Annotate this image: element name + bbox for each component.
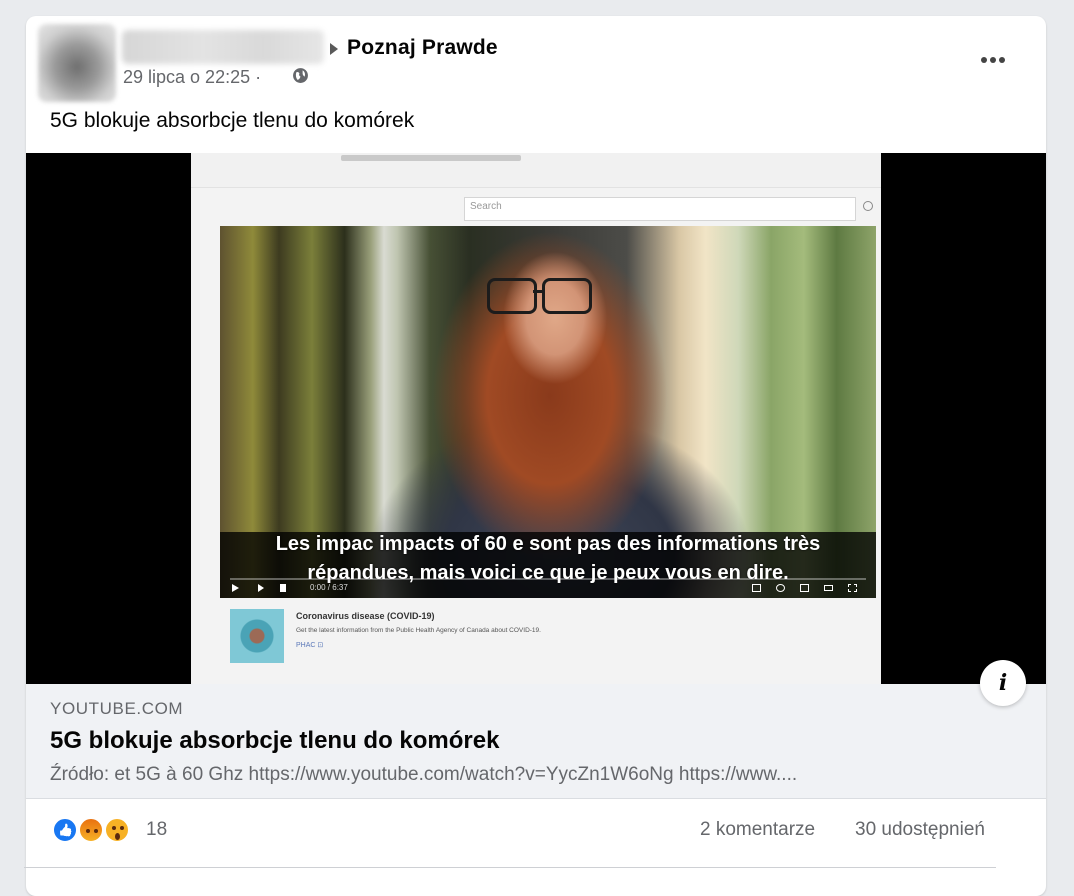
- post-stats: 18 2 komentarze 30 udostępnień: [26, 798, 1046, 855]
- link-preview[interactable]: YOUTUBE.COM 5G blokuje absorbcje tlenu d…: [26, 684, 1046, 798]
- recommendation-source: PHAC ⊡: [296, 642, 324, 649]
- reaction-count[interactable]: 18: [146, 819, 167, 841]
- actions-divider: [24, 867, 996, 868]
- video-thumbnail[interactable]: Search Les impac impacts of 60 e sont pa…: [26, 153, 1046, 684]
- next-icon: [258, 584, 264, 592]
- globe-icon: [293, 68, 308, 83]
- caption-line-1: Les impac impacts of 60 e sont pas des i…: [275, 533, 821, 555]
- comments-count[interactable]: 2 komentarze: [700, 819, 815, 841]
- screenshot-frame: Search Les impac impacts of 60 e sont pa…: [191, 153, 881, 684]
- more-options-icon[interactable]: [976, 50, 1010, 70]
- post-timestamp[interactable]: 29 lipca o 22:25 ·: [123, 67, 261, 88]
- recommendation-subtitle: Get the latest information from the Publ…: [296, 627, 541, 634]
- video-frame: Les impac impacts of 60 e sont pas des i…: [220, 226, 876, 598]
- covid-virus-thumbnail: [230, 609, 284, 663]
- avatar[interactable]: [38, 24, 116, 102]
- video-controls: 0:00 / 6:37: [220, 578, 876, 598]
- link-title[interactable]: 5G blokuje absorbcje tlenu do komórek: [50, 727, 499, 755]
- like-icon: [52, 817, 78, 843]
- browser-url-bar: [191, 153, 881, 188]
- shares-count[interactable]: 30 udostępnień: [855, 819, 985, 841]
- settings-icon: [776, 584, 785, 592]
- shared-to-arrow-icon: [330, 43, 338, 55]
- progress-bar: [230, 578, 866, 580]
- subtitles-icon: [752, 584, 761, 592]
- reactions-summary[interactable]: [52, 817, 136, 847]
- post-card: Poznaj Prawde 29 lipca o 22:25 · 5G blok…: [26, 16, 1046, 896]
- video-time: 0:00 / 6:37: [310, 583, 348, 592]
- wow-icon: [104, 817, 130, 843]
- youtube-search-placeholder: Search: [470, 201, 502, 212]
- youtube-search-box: [464, 197, 856, 221]
- recommendation-panel: Coronavirus disease (COVID-19) Get the l…: [220, 605, 876, 667]
- post-text: 5G blokuje absorbcje tlenu do komórek: [50, 109, 415, 132]
- glasses-left: [487, 278, 537, 314]
- play-icon: [232, 584, 239, 592]
- page-name-link[interactable]: Poznaj Prawde: [347, 36, 498, 60]
- link-domain: YOUTUBE.COM: [50, 699, 184, 718]
- search-icon: [863, 201, 873, 211]
- volume-icon: [280, 584, 286, 592]
- info-icon[interactable]: i: [980, 660, 1026, 706]
- miniplayer-icon: [800, 584, 809, 592]
- link-description: Źródło: et 5G à 60 Ghz https://www.youtu…: [50, 764, 798, 785]
- fullscreen-icon: [848, 584, 857, 592]
- author-name-blurred[interactable]: [122, 30, 324, 64]
- glasses-bridge: [533, 290, 543, 293]
- glasses-right: [542, 278, 592, 314]
- theater-icon: [824, 585, 833, 591]
- angry-icon: [78, 817, 104, 843]
- recommendation-title: Coronavirus disease (COVID-19): [296, 611, 435, 621]
